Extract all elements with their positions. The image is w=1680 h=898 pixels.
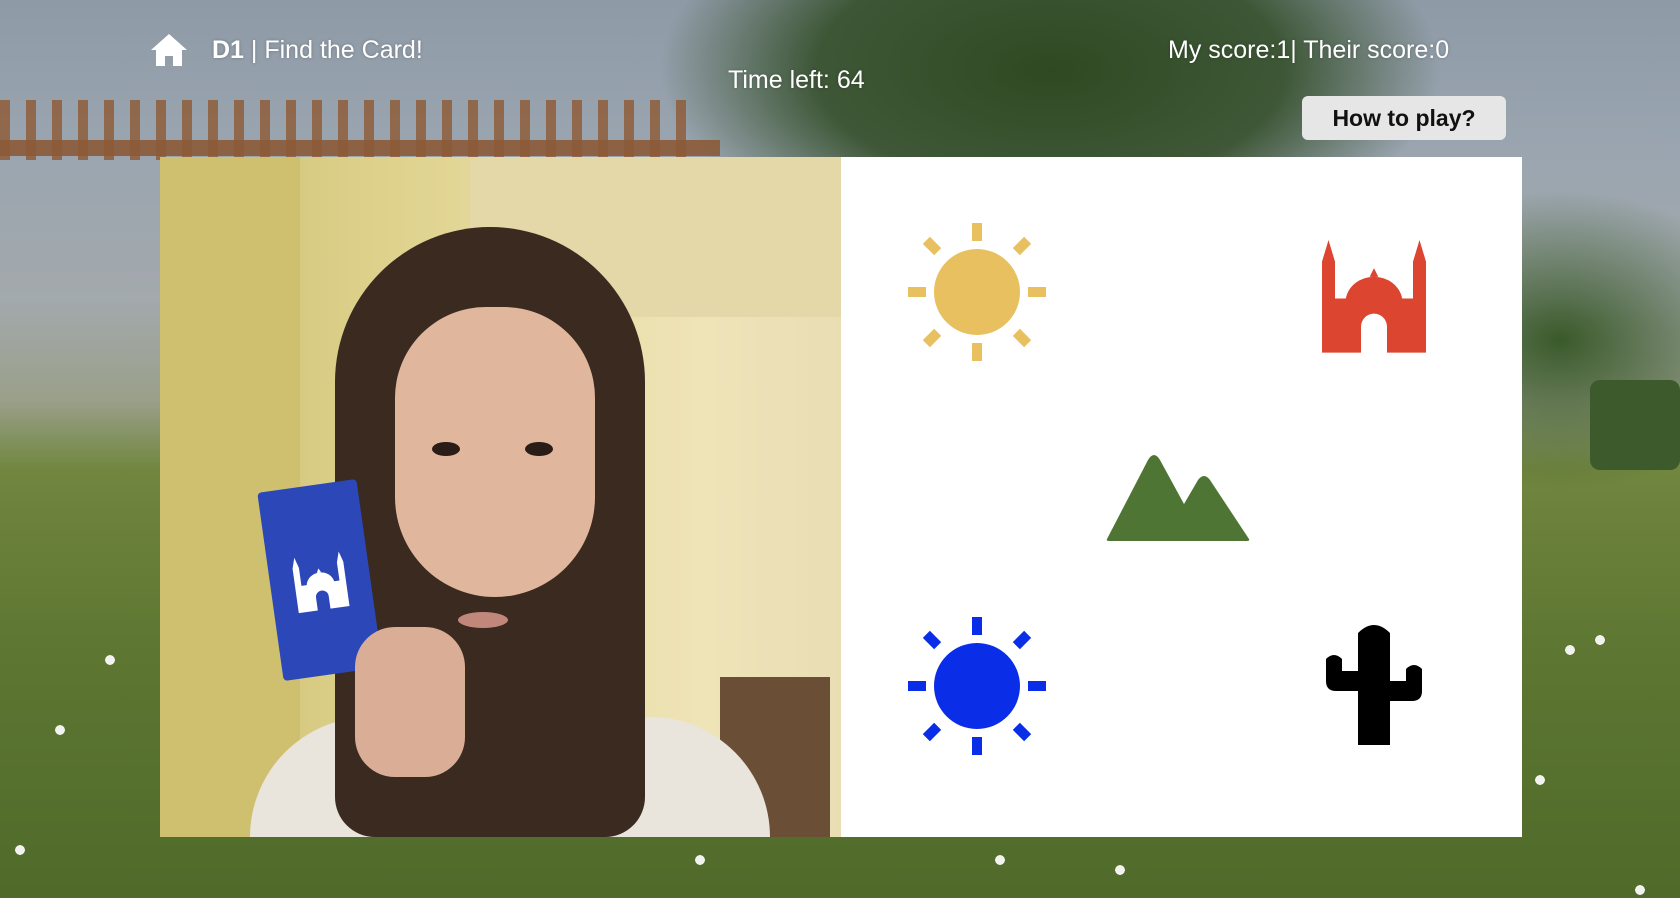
card-cactus-black[interactable] <box>1299 611 1449 761</box>
sun-icon <box>908 617 1046 755</box>
card-mosque-red[interactable] <box>1299 217 1449 367</box>
webcam-video <box>160 157 841 837</box>
time-left: Time left: 64 <box>728 66 865 95</box>
time-left-value: 64 <box>836 66 865 94</box>
video-hand <box>355 627 465 777</box>
mountains-icon <box>1106 455 1250 541</box>
card-grid <box>841 157 1522 837</box>
card-sun-yellow[interactable] <box>902 217 1052 367</box>
score-display: My score:1| Their score:0 <box>1168 36 1450 64</box>
how-to-play-button[interactable]: How to play? <box>1302 96 1506 140</box>
cactus-icon <box>1326 625 1422 745</box>
mosque-icon <box>1322 240 1426 353</box>
level-label: D1 <box>212 36 244 64</box>
video-eye-left <box>432 442 460 456</box>
card-sun-blue[interactable] <box>902 611 1052 761</box>
video-eye-right <box>525 442 553 456</box>
sun-icon <box>908 223 1046 361</box>
hedge <box>1590 380 1680 470</box>
game-title: Find the Card! <box>264 36 423 64</box>
video-mouth <box>458 612 508 628</box>
home-icon[interactable] <box>149 32 189 68</box>
video-face <box>395 307 595 597</box>
mosque-icon <box>292 551 350 614</box>
time-left-label: Time left: <box>728 66 837 94</box>
title-separator: | <box>243 36 265 64</box>
page-title: D1 | Find the Card! <box>212 36 423 65</box>
pergola-beam <box>0 140 720 156</box>
card-mountains-green[interactable] <box>1104 417 1254 567</box>
game-board <box>160 157 1522 837</box>
